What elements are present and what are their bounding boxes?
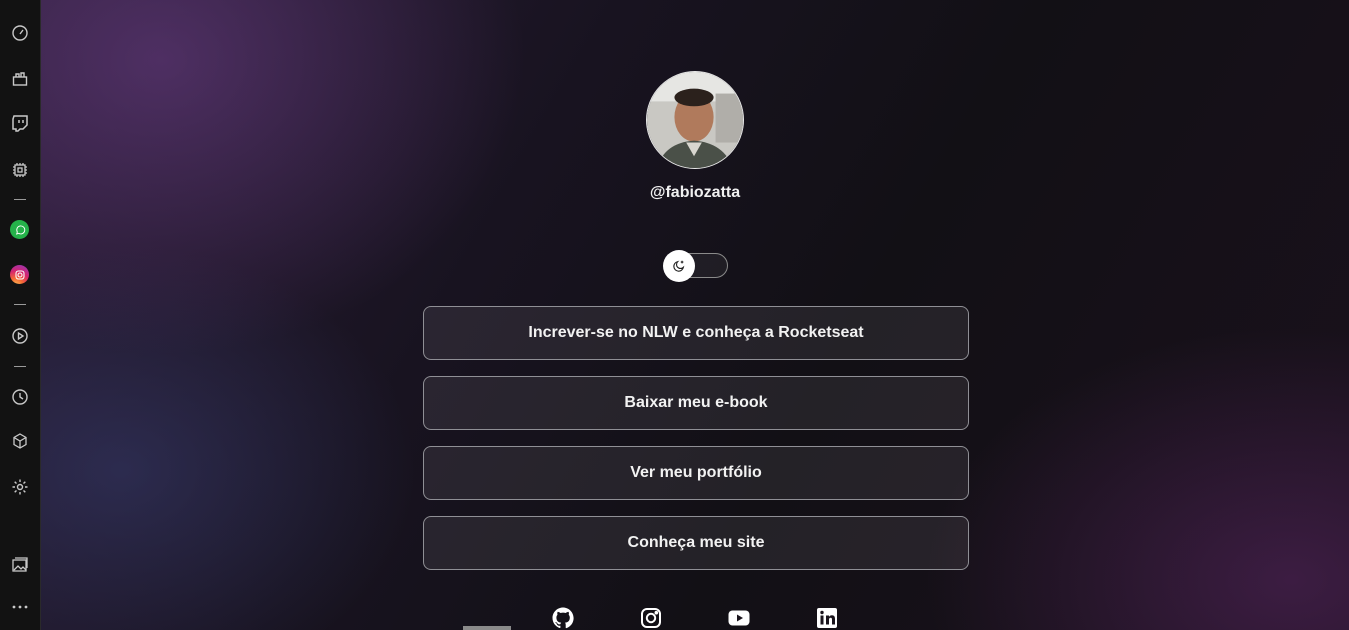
link-button-ebook[interactable]: Baixar meu e-book xyxy=(423,376,969,430)
sidebar-separator xyxy=(14,366,26,367)
theme-toggle-knob[interactable] xyxy=(663,250,695,282)
github-icon[interactable] xyxy=(551,606,577,630)
cube-icon[interactable] xyxy=(9,430,31,452)
more-dots-icon[interactable] xyxy=(9,596,31,618)
horizontal-scrollbar-thumb[interactable] xyxy=(463,626,511,630)
instagram-social-icon[interactable] xyxy=(639,606,665,630)
speed-dial-icon[interactable] xyxy=(9,22,31,44)
sidebar-separator xyxy=(14,199,26,200)
instagram-icon[interactable] xyxy=(10,265,29,284)
bag-icon[interactable] xyxy=(9,68,31,90)
history-icon[interactable] xyxy=(9,386,31,408)
linkedin-icon[interactable] xyxy=(815,606,841,630)
linktree-page: @fabiozatta Increver-se no NLW e conheça… xyxy=(41,0,1349,630)
theme-toggle[interactable] xyxy=(663,250,728,282)
gallery-icon[interactable] xyxy=(9,554,31,576)
whatsapp-icon[interactable] xyxy=(10,220,29,239)
link-button-site[interactable]: Conheça meu site xyxy=(423,516,969,570)
sidebar-separator xyxy=(14,304,26,305)
gear-icon[interactable] xyxy=(9,476,31,498)
link-button-portfolio[interactable]: Ver meu portfólio xyxy=(423,446,969,500)
moon-icon xyxy=(673,260,685,272)
profile-handle: @fabiozatta xyxy=(649,184,741,201)
youtube-icon[interactable] xyxy=(727,606,753,630)
profile-avatar xyxy=(646,71,744,169)
link-button-nlw[interactable]: Increver-se no NLW e conheça a Rocketsea… xyxy=(423,306,969,360)
twitch-icon[interactable] xyxy=(9,112,31,134)
browser-sidebar xyxy=(0,0,41,630)
profile-photo xyxy=(647,72,743,168)
chip-icon[interactable] xyxy=(9,159,31,181)
player-icon[interactable] xyxy=(9,325,31,347)
